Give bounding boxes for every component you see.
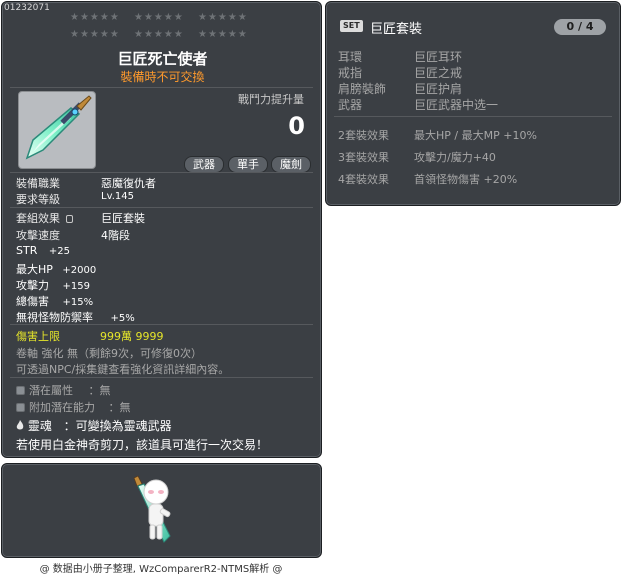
character-avatar bbox=[133, 475, 171, 543]
tag-one-handed: 單手 bbox=[228, 156, 268, 173]
stat-row: STR +25 bbox=[16, 244, 70, 257]
set-bonus-label: 4套裝效果 bbox=[338, 173, 389, 186]
set-piece-slot: 戒指 bbox=[338, 66, 363, 80]
item-icon-frame bbox=[18, 91, 96, 169]
set-count: 0 / 4 bbox=[554, 19, 606, 35]
bonus-potential-icon bbox=[16, 403, 25, 412]
set-piece-slot: 肩膀裝飾 bbox=[338, 82, 387, 96]
soul-row: 靈魂 ：可變換為靈魂武器 bbox=[16, 417, 172, 434]
item-name: 巨匠死亡使者 bbox=[117, 50, 208, 68]
star-icon-group: ★★★★★ bbox=[198, 12, 248, 23]
combat-power-value: 0 bbox=[288, 112, 305, 140]
item-id: 01232071 bbox=[4, 3, 50, 13]
stat-row: 總傷害 +15% bbox=[16, 293, 93, 309]
divider bbox=[10, 172, 313, 173]
set-badge: SET bbox=[340, 20, 363, 32]
stat-row: 最大HP +2000 bbox=[16, 261, 96, 277]
damage-cap-label: 傷害上限 bbox=[16, 330, 60, 343]
level-value: Lv.145 bbox=[101, 191, 134, 202]
set-piece-item: 巨匠耳环 bbox=[414, 50, 463, 64]
set-name: 巨匠套裝 bbox=[370, 22, 423, 37]
set-bonus-label: 3套裝效果 bbox=[338, 151, 389, 164]
divider bbox=[10, 207, 313, 208]
bonus-potential-value: ：無 bbox=[108, 401, 131, 414]
potential-value: ：無 bbox=[88, 384, 111, 397]
stat-value: +159 bbox=[62, 281, 90, 292]
star-icon-group: ★★★★★ bbox=[134, 29, 184, 40]
set-effect-text: 套組效果 bbox=[16, 212, 60, 225]
set-bonus-effect: 最大HP / 最大MP +10% bbox=[414, 129, 537, 142]
set-bonus-effect: 首領怪物傷害 +20% bbox=[414, 173, 518, 186]
divider bbox=[334, 116, 612, 117]
flame-icon bbox=[16, 420, 24, 430]
stat-value: +25 bbox=[48, 246, 70, 257]
stat-value: +2000 bbox=[62, 265, 97, 276]
stat-value: +5% bbox=[110, 313, 135, 324]
trade-info: 若使用白金神奇剪刀，該道具可進行一次交易！ bbox=[16, 438, 269, 452]
scroll-info: 卷軸 強化 無（剩餘9次，可修復0次） bbox=[16, 347, 202, 360]
potential-label: 潛在屬性 bbox=[29, 384, 73, 397]
stat-name: 最大HP bbox=[16, 263, 53, 276]
soul-label: 靈魂 bbox=[27, 419, 52, 433]
set-piece-item: 巨匠武器中选一 bbox=[414, 98, 499, 112]
star-icon-group: ★★★★★ bbox=[134, 12, 184, 23]
stat-row: 攻擊力 +159 bbox=[16, 277, 90, 293]
bonus-potential-label: 附加潛在能力 bbox=[29, 401, 95, 414]
stat-name: STR bbox=[16, 244, 38, 257]
potential-icon bbox=[16, 386, 25, 395]
combat-power-label: 戰鬥力提升量 bbox=[238, 93, 304, 106]
set-piece-item: 巨匠之戒 bbox=[414, 66, 463, 80]
attack-speed-label: 攻擊速度 bbox=[16, 229, 60, 242]
stat-name: 總傷害 bbox=[16, 295, 49, 308]
divider bbox=[10, 324, 313, 325]
set-effect-value: 巨匠套裝 bbox=[101, 212, 145, 225]
footer-credit: @ 数据由小册子整理, WzComparerR2-NTMS解析 @ bbox=[39, 564, 283, 575]
stat-row: 無視怪物防禦率 +5% bbox=[16, 309, 135, 325]
level-label: 要求等級 bbox=[16, 193, 60, 206]
star-force-row-2: ★★★★★ ★★★★★ ★★★★★ bbox=[70, 29, 270, 40]
set-effect-label: 套組效果 bbox=[16, 210, 73, 226]
trade-notice: 裝備時不可交換 bbox=[120, 70, 205, 84]
job-label: 裝備職業 bbox=[16, 177, 60, 190]
set-piece-slot: 武器 bbox=[338, 98, 363, 112]
star-icon-group: ★★★★★ bbox=[70, 12, 120, 23]
damage-cap-value: 999萬 9999 bbox=[100, 330, 164, 343]
star-icon-group: ★★★★★ bbox=[70, 29, 120, 40]
soul-value: ：可變換為靈魂武器 bbox=[63, 419, 172, 433]
divider bbox=[10, 377, 313, 378]
divider bbox=[10, 87, 313, 88]
sword-icon bbox=[25, 95, 92, 160]
set-bonus-effect: 攻擊力/魔力+40 bbox=[414, 151, 496, 164]
stat-name: 無視怪物防禦率 bbox=[16, 311, 93, 324]
tag-weapon: 武器 bbox=[184, 156, 224, 173]
potential-row: 潛在屬性 ：無 bbox=[16, 382, 111, 398]
star-icon-group: ★★★★★ bbox=[198, 29, 248, 40]
npc-info: 可透過NPC/採集鍵查看強化資訊詳細內容。 bbox=[16, 363, 230, 376]
bonus-potential-row: 附加潛在能力 ：無 bbox=[16, 399, 131, 415]
item-tooltip-panel: 01232071 ★★★★★ ★★★★★ ★★★★★ ★★★★★ ★★★★★ ★★★★★… bbox=[1, 1, 322, 458]
star-force-row-1: ★★★★★ ★★★★★ ★★★★★ bbox=[70, 12, 270, 23]
lock-icon bbox=[65, 215, 73, 223]
stat-value: +15% bbox=[62, 297, 94, 308]
set-piece-item: 巨匠护肩 bbox=[414, 82, 463, 96]
tag-desperado: 魔劍 bbox=[271, 156, 311, 173]
character-preview-panel bbox=[1, 463, 322, 558]
job-value: 惡魔復仇者 bbox=[101, 177, 156, 190]
set-effect-panel: SET 巨匠套裝 0 / 4 耳環 巨匠耳环 戒指 巨匠之戒 肩膀裝飾 巨匠护肩… bbox=[325, 1, 621, 206]
set-bonus-label: 2套裝效果 bbox=[338, 129, 389, 142]
set-piece-slot: 耳環 bbox=[338, 50, 363, 64]
stat-name: 攻擊力 bbox=[16, 279, 49, 292]
attack-speed-value: 4階段 bbox=[101, 229, 130, 242]
